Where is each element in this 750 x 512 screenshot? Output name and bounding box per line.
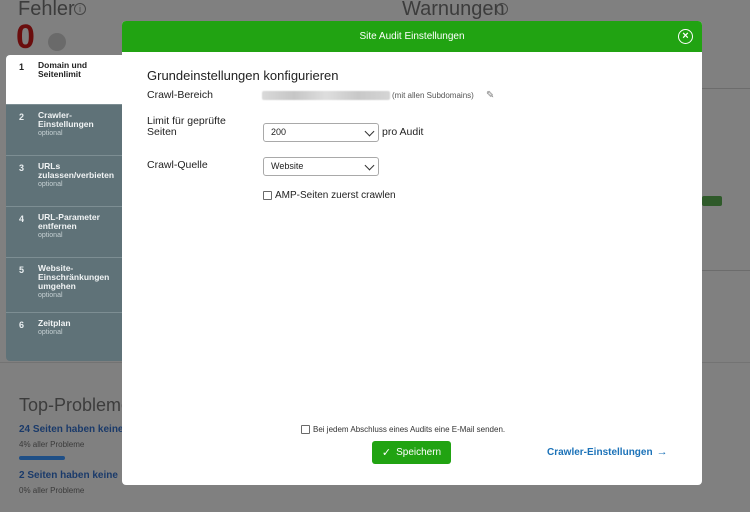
next-step-link[interactable]: Crawler-Einstellungen →	[547, 446, 668, 458]
divider	[702, 88, 750, 89]
limit-select[interactable]: 200	[263, 123, 379, 142]
section-title: Grundeinstellungen konfigurieren	[147, 68, 339, 83]
crawl-scope-label: Crawl-Bereich	[147, 89, 213, 101]
problem-bar	[19, 456, 65, 460]
info-icon: i	[74, 3, 86, 15]
step-url-parameters[interactable]: 4 URL-Parameter entfernen optional	[6, 207, 124, 258]
step-number: 1	[19, 62, 25, 72]
step-title: Crawler-Einstellungen	[38, 110, 94, 129]
status-badge	[702, 196, 722, 206]
errors-indicator	[48, 33, 66, 51]
modal-title: Site Audit Einstellungen	[359, 31, 465, 42]
step-optional: optional	[38, 292, 63, 299]
limit-value: 200	[271, 127, 287, 137]
problem-share: 0% aller Probleme	[19, 486, 85, 495]
crawl-source-label: Crawl-Quelle	[147, 159, 208, 171]
amp-checkbox[interactable]	[263, 191, 272, 200]
problem-share: 4% aller Probleme	[19, 440, 85, 449]
step-optional: optional	[38, 130, 63, 137]
crawl-source-select[interactable]: Website	[263, 157, 379, 176]
step-schedule[interactable]: 6 Zeitplan optional	[6, 313, 124, 358]
step-title: Domain und Seitenlimit	[38, 60, 88, 79]
per-audit-label: pro Audit	[382, 126, 424, 138]
step-restrictions[interactable]: 5 Website-Einschränkungen umgehen option…	[6, 258, 124, 313]
step-title: URLs zulassen/verbieten	[38, 161, 115, 180]
step-optional: optional	[38, 181, 63, 188]
step-optional: optional	[38, 329, 63, 336]
save-button[interactable]: ✓ Speichern	[372, 441, 451, 464]
pencil-icon[interactable]: ✎	[486, 90, 494, 101]
chevron-down-icon	[364, 160, 375, 171]
settings-modal: Site Audit Einstellungen × Grundeinstell…	[122, 21, 702, 485]
step-crawler-settings[interactable]: 2 Crawler-Einstellungen optional	[6, 105, 124, 156]
warnings-label: Warnungen	[402, 0, 505, 20]
step-title: Website-Einschränkungen umgehen	[38, 263, 110, 291]
amp-option[interactable]: AMP-Seiten zuerst crawlen	[263, 190, 396, 201]
step-number: 3	[19, 163, 25, 173]
errors-count: 0	[16, 18, 35, 56]
amp-label: AMP-Seiten zuerst crawlen	[275, 190, 396, 201]
divider	[702, 270, 750, 271]
subdomains-note: (mit allen Subdomains)	[392, 91, 474, 100]
problem-item: 2 Seiten haben keine	[19, 470, 118, 481]
problem-item: 24 Seiten haben keine	[19, 424, 124, 435]
email-label: Bei jedem Abschluss eines Audits eine E-…	[313, 425, 506, 434]
info-icon: i	[496, 3, 508, 15]
step-number: 2	[19, 112, 25, 122]
check-icon: ✓	[381, 447, 392, 459]
step-number: 5	[19, 265, 25, 275]
top-problems-title: Top-Probleme	[19, 395, 132, 415]
step-number: 6	[19, 320, 25, 330]
step-title: Zeitplan	[38, 318, 71, 328]
domain-value	[262, 91, 390, 100]
crawl-source-value: Website	[271, 161, 304, 171]
wizard-steps: 1 Domain und Seitenlimit 2 Crawler-Einst…	[6, 55, 124, 361]
close-icon[interactable]: ×	[678, 29, 693, 44]
chevron-down-icon	[364, 126, 375, 137]
step-domain[interactable]: 1 Domain und Seitenlimit	[6, 55, 124, 105]
arrow-right-icon: →	[656, 446, 668, 458]
step-urls[interactable]: 3 URLs zulassen/verbieten optional	[6, 156, 124, 207]
next-step-label: Crawler-Einstellungen	[547, 446, 653, 458]
email-checkbox[interactable]	[301, 425, 310, 434]
step-number: 4	[19, 214, 25, 224]
step-optional: optional	[38, 232, 63, 239]
email-option[interactable]: Bei jedem Abschluss eines Audits eine E-…	[301, 425, 505, 434]
limit-label: Limit für geprüfte Seiten	[147, 115, 226, 138]
modal-header: Site Audit Einstellungen ×	[122, 21, 702, 52]
step-title: URL-Parameter entfernen	[38, 212, 100, 231]
save-label: Speichern	[396, 447, 442, 458]
